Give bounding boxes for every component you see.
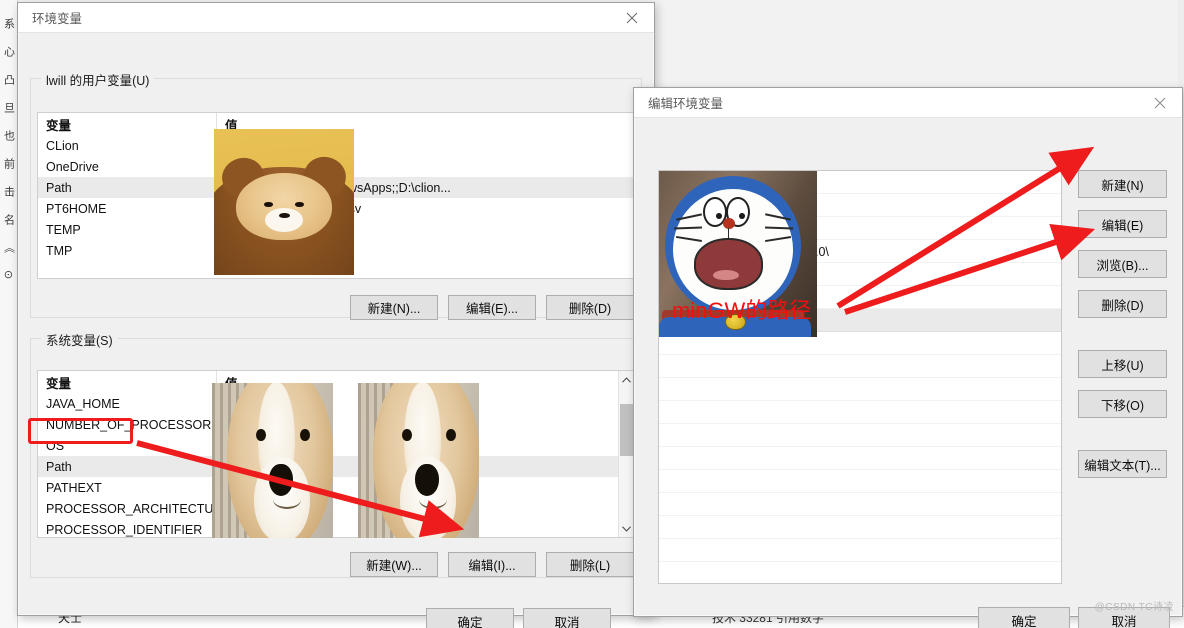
user-delete-button[interactable]: 删除(D)	[546, 295, 634, 320]
shiba-closeup-image-right	[358, 383, 479, 538]
system-col-variable: 变量	[38, 371, 217, 393]
edit-ok-button[interactable]: 确定	[978, 607, 1070, 628]
background-sidebar-glyph-2: 凸	[2, 74, 15, 86]
user-var-name: OneDrive	[46, 159, 99, 174]
system-new-button[interactable]: 新建(W)...	[350, 552, 438, 577]
edit-dialog-titlebar: 编辑环境变量	[634, 88, 1182, 118]
list-item[interactable]	[659, 539, 1061, 562]
system-variables-scrollbar[interactable]	[618, 371, 634, 537]
list-item[interactable]	[659, 516, 1061, 539]
path-new-button[interactable]: 新建(N)	[1078, 170, 1167, 198]
environment-variables-dialog: 环境变量 lwill 的用户变量(U) 变量 值 CLion in;	[17, 2, 655, 628]
path-edit-button[interactable]: 编辑(E)	[1078, 210, 1167, 238]
user-var-name: TEMP	[46, 222, 81, 237]
user-col-variable: 变量	[38, 113, 217, 135]
system-variables-group-label: 系统变量(S)	[41, 330, 118, 349]
user-edit-button[interactable]: 编辑(E)...	[448, 295, 536, 320]
shiba-closeup-image-left	[212, 383, 333, 538]
env-dialog-body: lwill 的用户变量(U) 变量 值 CLion in; OneDrive P…	[18, 33, 654, 628]
shiba-hoodie-image	[214, 129, 354, 275]
path-move-up-button[interactable]: 上移(U)	[1078, 350, 1167, 378]
system-var-name: Path	[46, 459, 72, 474]
system-variables-listview[interactable]: 变量 值 JAVA_HOME NUMBER_OF_PROCESSORS	[37, 370, 635, 538]
system-var-name: PROCESSOR_ARCHITECTURE	[46, 501, 217, 516]
close-icon[interactable]	[1137, 88, 1182, 117]
scrollbar-thumb[interactable]	[619, 404, 634, 456]
system-var-name: PATHEXT	[46, 480, 102, 495]
background-sidebar: 系 心 凸 旦 也 前 击 名 《 ⊙	[0, 0, 18, 628]
path-delete-button[interactable]: 删除(D)	[1078, 290, 1167, 318]
list-item[interactable]	[659, 447, 1061, 470]
list-item[interactable]	[659, 355, 1061, 378]
user-variables-group-label: lwill 的用户变量(U)	[41, 70, 155, 89]
close-icon[interactable]	[609, 3, 654, 32]
background-sidebar-glyph-7: 名	[2, 214, 15, 226]
list-item[interactable]	[659, 401, 1061, 424]
system-var-name: PROCESSOR_IDENTIFIER	[46, 522, 203, 537]
path-edit-text-button[interactable]: 编辑文本(T)...	[1078, 450, 1167, 478]
annotation-mingw-label: minGW的路径	[672, 298, 812, 323]
user-new-button[interactable]: 新建(N)...	[350, 295, 438, 320]
background-sidebar-glyph-1: 心	[2, 46, 15, 58]
edit-dialog-body: \Wbem 32\WindowsPowerShell\v1.0\ 32\Open…	[634, 118, 1182, 628]
system-delete-button[interactable]: 删除(L)	[546, 552, 634, 577]
user-var-name: CLion	[46, 138, 79, 153]
list-item[interactable]	[659, 562, 1061, 583]
background-sidebar-glyph-6: 击	[2, 186, 15, 198]
list-item[interactable]	[659, 493, 1061, 516]
system-var-name: JAVA_HOME	[46, 396, 120, 411]
annotation-box-path	[28, 418, 133, 444]
watermark-text: @CSDN TC诗凌	[1094, 602, 1174, 613]
edit-dialog-title: 编辑环境变量	[648, 97, 724, 111]
edit-environment-variable-dialog: 编辑环境变量 \Wbem 32\WindowsPowerShell\v1.0\ …	[633, 87, 1183, 628]
background-sidebar-glyph-3: 旦	[2, 102, 15, 114]
path-move-down-button[interactable]: 下移(O)	[1078, 390, 1167, 418]
user-var-name: PT6HOME	[46, 201, 107, 216]
list-item[interactable]	[659, 470, 1061, 493]
env-cancel-button[interactable]: 取消	[523, 608, 611, 628]
env-dialog-titlebar: 环境变量	[18, 3, 654, 33]
background-sidebar-glyph-8: 《	[2, 242, 15, 254]
user-var-name: Path	[46, 180, 72, 195]
background-sidebar-glyph-9: ⊙	[2, 270, 14, 281]
system-edit-button[interactable]: 编辑(I)...	[448, 552, 536, 577]
user-var-name: TMP	[46, 243, 73, 258]
list-item[interactable]	[659, 424, 1061, 447]
background-sidebar-glyph-4: 也	[2, 130, 15, 142]
background-sidebar-glyph-5: 前	[2, 158, 15, 170]
env-ok-button[interactable]: 确定	[426, 608, 514, 628]
background-sidebar-glyph-0: 系	[2, 18, 15, 30]
path-browse-button[interactable]: 浏览(B)...	[1078, 250, 1167, 278]
list-item[interactable]	[659, 378, 1061, 401]
screen-root: 系 心 凸 旦 也 前 击 名 《 ⊙ 天士 技术 33281 引用数字 环境变…	[0, 0, 1184, 628]
env-dialog-title: 环境变量	[32, 12, 83, 26]
